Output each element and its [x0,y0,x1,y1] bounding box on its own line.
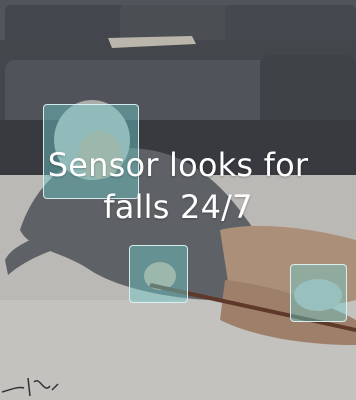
headline-line-2: falls 24/7 [103,188,253,226]
detection-box-hand [129,245,188,303]
detection-box-foot [290,264,347,322]
signature-scribble-icon [1,377,59,397]
headline-line-1: Sensor looks for [47,146,309,184]
feature-card: Sensor looks for falls 24/7 [0,0,356,400]
card-headline: Sensor looks for falls 24/7 [0,144,356,228]
